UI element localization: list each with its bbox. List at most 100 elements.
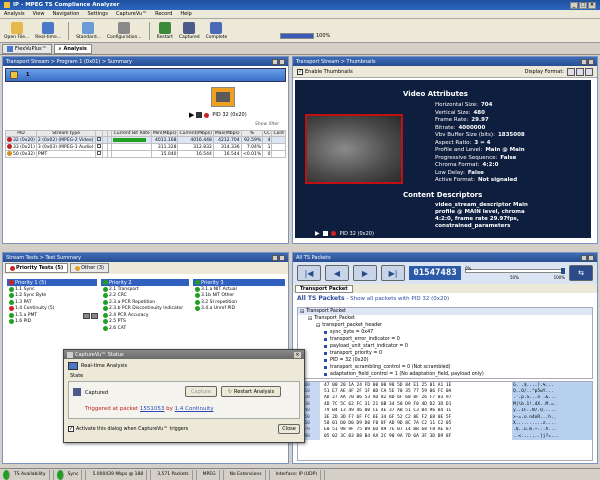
view-details-button[interactable] (83, 313, 90, 319)
hex-row[interactable]: 004079 B4 13 49 46 00 CE 4E 37 AB 51 C3 … (298, 407, 592, 414)
complete-button[interactable]: Complete (204, 20, 230, 42)
menu-bar: Analysis View Navigation Settings CaptureVu™… (0, 10, 600, 19)
folder-button[interactable]: Open File... (2, 20, 31, 42)
test-item[interactable]: 2.3.b PCR Discontinuity Indicator (101, 306, 189, 313)
program-bar[interactable]: 1 (5, 68, 286, 82)
tree-node[interactable]: ⊟ Transport Packet (298, 308, 592, 315)
expand-icon[interactable]: ⊟ (308, 316, 312, 322)
table-row[interactable]: 32 (0x20) 2 (0x02) (MPEG-2 Video) 4011.168… (5, 136, 286, 144)
capturevu-icon (67, 351, 73, 358)
enable-thumbnails-checkbox[interactable]: ✓ (297, 68, 303, 75)
dialog-close-button[interactable]: Close (278, 424, 300, 434)
panel-close-button[interactable] (588, 254, 594, 261)
panel-menu-button[interactable] (272, 58, 278, 65)
menu-capturevu[interactable]: CaptureVu™ (116, 11, 147, 17)
checkbox-icon[interactable] (97, 137, 102, 141)
tree-node[interactable]: transport_error_indicator = 0 (298, 336, 592, 343)
panel-close-button[interactable] (279, 254, 285, 261)
status-item: 5.000439 Mbps @ 188 (86, 469, 152, 480)
realtime-button[interactable]: Real-time... (33, 20, 63, 42)
format-single-button[interactable] (585, 67, 593, 76)
show-filter-link[interactable]: Show filter (255, 122, 279, 127)
progress-bar (280, 33, 314, 39)
hex-row[interactable]: 001051 E7 AE 4F 2F 1F 0D CA 5E 70 35 77 … (298, 388, 592, 395)
prev-packet-button[interactable]: ◀ (325, 265, 349, 281)
tree-node[interactable]: payload_unit_start_indicator = 0 (298, 343, 592, 350)
menu-view[interactable]: View (33, 11, 45, 17)
tab-transport-packet[interactable]: Transport Packet (295, 284, 353, 293)
hex-row[interactable]: 006058 01 D0 D0 D9 D0 F0 8F AD 9D 8C 7A … (298, 420, 592, 427)
column-header[interactable]: Current(Mbps) (177, 130, 214, 137)
tree-node[interactable]: transport_priority = 0 (298, 350, 592, 357)
panel-menu-button[interactable] (581, 254, 587, 261)
trigger-button[interactable] (91, 313, 98, 319)
packet-counter[interactable]: 01547483 (409, 266, 461, 280)
expand-icon[interactable]: ⊟ (316, 323, 320, 329)
play-icon[interactable]: ▶ (189, 111, 194, 119)
video-thumbnail-small[interactable] (211, 87, 235, 107)
stop-icon[interactable] (196, 112, 203, 118)
hex-row[interactable]: 008005 02 3C 03 B8 B4 AA 2C 90 9A 7D 6A … (298, 433, 592, 440)
video-frame[interactable] (305, 114, 403, 184)
restart-button[interactable]: Restart (155, 20, 175, 42)
packet-slider[interactable]: 0% 50% 100% (465, 266, 565, 280)
column-header[interactable]: Current Bit Rate (111, 130, 153, 137)
activate-checkbox[interactable]: ✓ (68, 426, 74, 432)
column-header[interactable]: Max(Mbps) (212, 130, 242, 137)
panel-menu-button[interactable] (581, 58, 587, 65)
table-row[interactable]: 33 (0x21) 3 (0x03) (MPEG-1 Audio) 311.328 3… (5, 143, 286, 151)
tree-node[interactable]: adaptation_field_control = 1 (No adaptat… (298, 371, 592, 378)
packet-link[interactable]: 1551053 (140, 406, 165, 412)
captured-icon (73, 388, 81, 396)
checkbox-icon[interactable] (97, 144, 102, 148)
captured-button[interactable]: Captured (177, 20, 202, 42)
stop-icon[interactable] (322, 231, 328, 236)
menu-navigation[interactable]: Navigation (52, 11, 79, 17)
close-button[interactable]: × (588, 1, 596, 9)
hex-row[interactable]: 00304D 7C 5C 62 FC 31 21 0B 34 58 D9 F0 … (298, 401, 592, 408)
sync-view-button[interactable]: ⇆ (569, 265, 593, 281)
format-grid-button[interactable] (567, 67, 575, 76)
hex-row[interactable]: 0020AD 27 AA 70 06 53 AD 82 8D 6F 60 8F … (298, 394, 592, 402)
tree-node[interactable]: sync_byte = 0x47 (298, 329, 592, 336)
capture-button[interactable]: Capture (185, 386, 217, 397)
restart-analysis-button[interactable]: ↻ Restart Analysis (221, 386, 281, 397)
checkbox-icon[interactable] (97, 151, 102, 155)
test-item[interactable]: 1.6 PID (7, 319, 97, 326)
menu-analysis[interactable]: Analysis (4, 11, 25, 17)
last-packet-button[interactable]: ▶| (381, 265, 405, 281)
trigger-link[interactable]: 1.4 Continuity (175, 406, 214, 412)
expand-icon[interactable]: ⊟ (300, 309, 304, 315)
first-packet-button[interactable]: |◀ (297, 265, 321, 281)
panel-close-button[interactable] (279, 58, 285, 65)
column-header[interactable]: Cont (271, 130, 286, 137)
configuration-button[interactable]: Configuration... (105, 20, 144, 42)
tree-node[interactable]: transport_scrambling_control = 0 (Not sc… (298, 364, 592, 371)
table-row[interactable]: 50 (0x32) PMT 15.040 16.544 16.544 <0.01% 0 (5, 150, 286, 158)
standard-button[interactable]: Standard... (74, 20, 103, 42)
tree-node[interactable]: PID = 32 (0x20) (298, 357, 592, 364)
test-item[interactable]: 2.6 CAT (101, 325, 189, 332)
panel-menu-button[interactable] (272, 254, 278, 261)
test-item[interactable]: 3.4.a Unref PID (193, 306, 285, 313)
menu-help[interactable]: Help (180, 11, 191, 17)
tab-flexvuplus[interactable]: FlexVuPlus™ (2, 43, 52, 54)
minimize-button[interactable]: _ (570, 1, 578, 9)
tab-priority-tests[interactable]: Priority Tests (5) (5, 263, 69, 273)
tab-other-tests[interactable]: Other (3) (70, 263, 109, 273)
format-list-button[interactable] (576, 67, 584, 76)
tree-node[interactable]: ⊟ transport_packet_header (298, 322, 592, 329)
column-header[interactable]: Min(Mbps) (151, 130, 179, 137)
hex-row[interactable]: 000047 00 20 1A 24 FD 00 00 98 5D 84 E1 … (298, 382, 592, 389)
panel-close-button[interactable] (588, 58, 594, 65)
tree-node[interactable]: ⊟ Transport_Packet (298, 315, 592, 322)
play-icon[interactable]: ▶ (315, 230, 320, 237)
dialog-close-icon[interactable]: × (294, 351, 301, 358)
hex-row[interactable]: 00503E 2D 3D F7 6F FC 6E 34 6F 52 C2 8E … (298, 413, 592, 421)
tab-analysis[interactable]: ⌕ Analysis (53, 43, 92, 54)
menu-settings[interactable]: Settings (87, 11, 108, 17)
hex-row[interactable]: 0070E0 51 98 9F 75 B9 6D 89 7E 07 14 BB … (298, 426, 592, 434)
menu-record[interactable]: Record (155, 11, 172, 17)
next-packet-button[interactable]: ▶ (353, 265, 377, 281)
maximize-button[interactable]: □ (579, 1, 587, 9)
